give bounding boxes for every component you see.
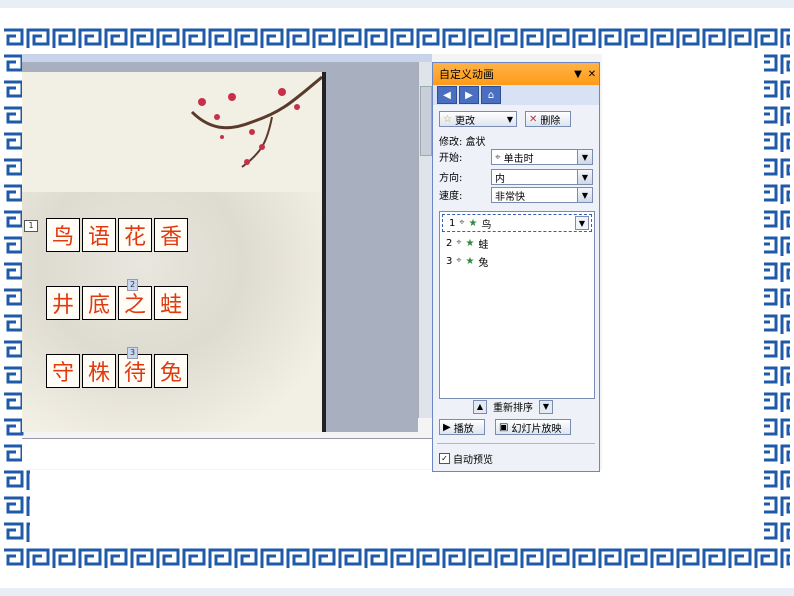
- pane-title-bar: 自定义动画 ▼ ✕: [433, 63, 599, 85]
- speed-select[interactable]: 非常快 ▼: [491, 187, 593, 203]
- direction-select[interactable]: 内 ▼: [491, 169, 593, 185]
- list-item[interactable]: 3 ⌖ ★ 兔: [440, 252, 594, 270]
- vertical-scrollbar[interactable]: [418, 62, 433, 418]
- star-icon: ☆: [443, 113, 452, 125]
- animation-order-tag: 2: [127, 279, 139, 291]
- mouse-icon: ⌖: [459, 218, 465, 228]
- close-icon[interactable]: ✕: [585, 69, 599, 80]
- row-3: 守 株 3待 兔: [46, 347, 190, 388]
- char-box[interactable]: 底: [82, 286, 116, 320]
- char-box[interactable]: 蛙: [154, 286, 188, 320]
- char-box[interactable]: 3待: [118, 347, 152, 388]
- custom-animation-pane: 自定义动画 ▼ ✕ ◀ ▶ ⌂ ☆ 更改 ▼ ✕ 删除 修改: 盒状 开始: ⌖…: [432, 62, 600, 472]
- speed-label: 速度:: [439, 191, 463, 202]
- char-box[interactable]: 语: [82, 218, 116, 252]
- slide-viewport: 鸟 语 花 香 井 底 2之 蛙 守 株 3待 兔: [22, 62, 418, 432]
- pane-nav: ◀ ▶ ⌂: [433, 85, 599, 105]
- plum-branch-image: [190, 75, 322, 168]
- animation-order-tag: 3: [127, 347, 139, 359]
- play-button[interactable]: ▶ 播放: [439, 419, 485, 435]
- chevron-down-icon: ▼: [577, 170, 592, 184]
- char-box[interactable]: 香: [154, 218, 188, 252]
- effect-star-icon: ★: [465, 255, 475, 267]
- chevron-down-icon: ▼: [577, 188, 592, 202]
- list-item[interactable]: 2 ⌖ ★ 蛙: [440, 234, 594, 252]
- row-2: 井 底 2之 蛙: [46, 279, 190, 320]
- char-box[interactable]: 2之: [118, 279, 152, 320]
- chevron-down-icon: ▼: [506, 114, 513, 124]
- play-icon: ▶: [443, 421, 451, 433]
- back-icon[interactable]: ◀: [437, 86, 457, 104]
- toolbar-strip: [22, 54, 432, 62]
- char-box[interactable]: 花: [118, 218, 152, 252]
- divider: [437, 443, 595, 444]
- change-effect-button[interactable]: ☆ 更改 ▼: [439, 111, 517, 127]
- chevron-down-icon: ▼: [577, 150, 592, 164]
- char-box[interactable]: 井: [46, 286, 80, 320]
- slideshow-button[interactable]: ▣ 幻灯片放映: [495, 419, 571, 435]
- home-icon[interactable]: ⌂: [481, 86, 501, 104]
- scroll-thumb[interactable]: [420, 86, 432, 156]
- move-down-icon[interactable]: ▼: [539, 399, 553, 414]
- reorder-controls: ▲ 重新排序 ▼: [473, 399, 553, 414]
- mouse-icon: ⌖: [456, 238, 462, 248]
- notes-pane[interactable]: [22, 438, 432, 469]
- delete-icon: ✕: [529, 113, 538, 125]
- mouse-icon: ⌖: [456, 256, 462, 266]
- char-box[interactable]: 守: [46, 354, 80, 388]
- forward-icon[interactable]: ▶: [459, 86, 479, 104]
- start-select[interactable]: ⌖ 单击时 ▼: [491, 149, 593, 165]
- pane-title: 自定义动画: [439, 68, 494, 81]
- dropdown-arrow-icon[interactable]: ▼: [571, 69, 585, 80]
- animation-marker-1[interactable]: 1: [24, 220, 38, 232]
- delete-effect-button[interactable]: ✕ 删除: [525, 111, 571, 127]
- mouse-icon: ⌖: [495, 151, 501, 163]
- slide-canvas[interactable]: 鸟 语 花 香 井 底 2之 蛙 守 株 3待 兔: [22, 72, 326, 432]
- char-box[interactable]: 株: [82, 354, 116, 388]
- animation-list[interactable]: 1 ⌖ ★ 鸟 ▼ 2 ⌖ ★ 蛙 3 ⌖ ★ 兔: [439, 211, 595, 399]
- checkmark-icon: ✓: [439, 453, 450, 464]
- slideshow-icon: ▣: [499, 421, 509, 433]
- autopreview-checkbox[interactable]: ✓ 自动预览: [439, 451, 493, 466]
- move-up-icon[interactable]: ▲: [473, 399, 487, 414]
- direction-label: 方向:: [439, 173, 463, 184]
- effect-star-icon: ★: [465, 237, 475, 249]
- chevron-down-icon[interactable]: ▼: [575, 216, 589, 230]
- effect-star-icon: ★: [468, 217, 478, 229]
- char-box[interactable]: 兔: [154, 354, 188, 388]
- list-item[interactable]: 1 ⌖ ★ 鸟 ▼: [442, 214, 592, 232]
- row-1: 鸟 语 花 香: [46, 218, 190, 252]
- screenshot-stage: 鸟 语 花 香 井 底 2之 蛙 守 株 3待 兔 1 自定义动画 ▼ ✕ ◀ …: [0, 0, 794, 596]
- modify-label: 修改: 盒状: [439, 137, 486, 148]
- char-box[interactable]: 鸟: [46, 218, 80, 252]
- start-label: 开始:: [439, 153, 463, 164]
